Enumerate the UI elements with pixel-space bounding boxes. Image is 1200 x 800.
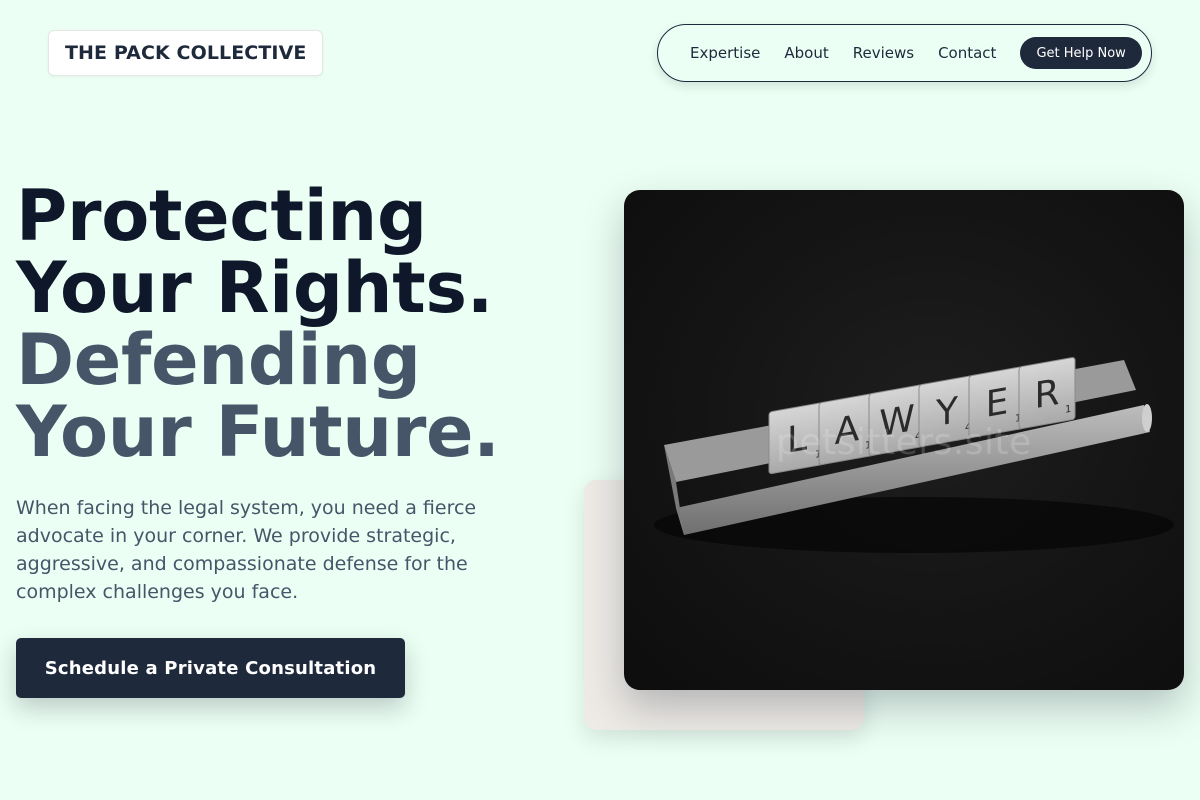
tile-score: 1 — [1065, 404, 1071, 416]
nav-link-expertise[interactable]: Expertise — [690, 44, 760, 62]
hero-title-line-4: Your Future. — [16, 391, 500, 473]
nav-link-reviews[interactable]: Reviews — [853, 44, 914, 62]
hero-title-line-3: Defending — [16, 319, 421, 401]
main-nav: Expertise About Reviews Contact Get Help… — [657, 24, 1152, 82]
nav-link-contact[interactable]: Contact — [938, 44, 996, 62]
landing-page: THE PACK COLLECTIVE Expertise About Revi… — [0, 0, 1200, 800]
nav-link-about[interactable]: About — [784, 44, 828, 62]
hero-title-line-2: Your Rights. — [16, 247, 494, 329]
image-watermark: petsitters.site — [776, 422, 1032, 463]
hero-title-line-1: Protecting — [16, 175, 427, 257]
hero-title: Protecting Your Rights. Defending Your F… — [16, 180, 500, 468]
tile-letter: R — [1034, 370, 1059, 417]
tile-letter: E — [986, 379, 1009, 426]
schedule-consultation-button[interactable]: Schedule a Private Consultation — [16, 638, 405, 698]
hero-subtitle: When facing the legal system, you need a… — [16, 497, 477, 603]
hero-image: L1A1W4Y4E1R1 petsitters.site — [624, 190, 1184, 690]
logo[interactable]: THE PACK COLLECTIVE — [48, 30, 324, 76]
logo-text: THE PACK COLLECTIVE — [65, 42, 307, 64]
letter-tile: R1 — [1018, 357, 1076, 430]
get-help-now-button[interactable]: Get Help Now — [1020, 37, 1142, 69]
